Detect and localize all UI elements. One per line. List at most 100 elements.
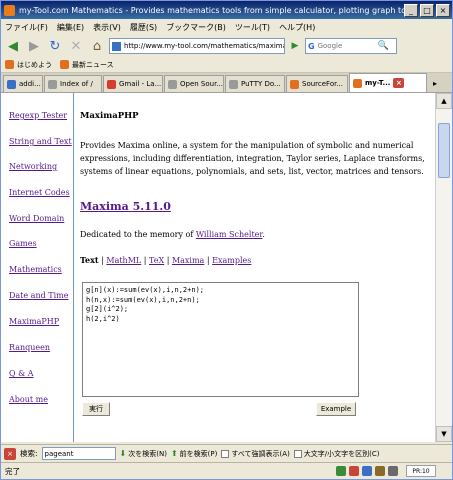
sidebar-item-date-and-time[interactable]: Date and Time	[9, 291, 68, 300]
format-separator: |	[204, 256, 213, 265]
find-next-button[interactable]: ⬇ 次を検索(N)	[120, 449, 167, 459]
google-icon[interactable]: G	[308, 42, 315, 51]
reload-icon[interactable]: ↻	[46, 37, 64, 55]
site-favicon-icon	[112, 41, 121, 51]
go-icon[interactable]: ▶	[288, 38, 302, 54]
format-separator: |	[141, 256, 149, 265]
arrow-up-icon: ⬆	[170, 449, 178, 458]
find-next-label: 次を検索(N)	[128, 449, 167, 458]
page-viewport: Regexp Tester String and Text Networking…	[1, 93, 452, 442]
back-icon[interactable]: ◀	[4, 37, 22, 55]
addon-icon[interactable]	[336, 466, 346, 476]
addon-icon[interactable]	[362, 466, 372, 476]
william-schelter-link[interactable]: William Schelter	[196, 230, 263, 239]
sidebar-item-word-domain[interactable]: Word Domain	[9, 214, 64, 223]
tab-gmail[interactable]: Gmail - La...	[103, 75, 163, 92]
sidebar-item-mathematics[interactable]: Mathematics	[9, 265, 62, 274]
tab-label: PuTTY Do...	[241, 80, 281, 88]
maximize-button[interactable]: □	[420, 3, 434, 17]
format-examples-link[interactable]: Examples	[212, 256, 251, 265]
find-label: 検索:	[20, 449, 38, 458]
example-button[interactable]: Example	[316, 402, 356, 416]
tab-label: SourceFor...	[302, 80, 344, 88]
url-bar[interactable]: http://www.my-tool.com/mathematics/maxim…	[109, 38, 285, 54]
tab-addi[interactable]: addi...	[3, 75, 43, 92]
sidebar-item-maximaphp[interactable]: MaximaPHP	[9, 317, 59, 326]
url-text[interactable]: http://www.my-tool.com/mathematics/maxim…	[124, 42, 284, 50]
close-window-button[interactable]: ×	[436, 3, 450, 17]
home-icon[interactable]: ⌂	[88, 37, 106, 55]
bookmark-label: はじめよう	[17, 60, 52, 69]
gmail-icon	[107, 79, 116, 89]
highlight-all-toggle[interactable]: すべて強調表示(A)	[221, 449, 290, 459]
format-maxima-link[interactable]: Maxima	[172, 256, 204, 265]
menu-history[interactable]: 履歴(S)	[130, 22, 157, 33]
highlight-checkbox[interactable]	[221, 449, 230, 458]
maxima-code-textarea[interactable]: g[n](x):=sum(ev(x),i,n,2+n); h(n,x):=sum…	[82, 282, 359, 397]
stop-icon[interactable]: ✕	[67, 37, 85, 55]
scroll-thumb[interactable]	[438, 123, 450, 178]
match-case-toggle[interactable]: 大文字/小文字を区別(C)	[293, 449, 380, 459]
find-previous-button[interactable]: ⬆ 前を検索(P)	[171, 449, 217, 459]
tab-scroll-icon[interactable]: ▸	[428, 75, 442, 92]
format-mathml-link[interactable]: MathML	[106, 256, 141, 265]
format-links: Text | MathML | TeX | Maxima | Examples	[80, 255, 251, 265]
sidebar-item-games[interactable]: Games	[9, 239, 37, 248]
scroll-up-icon[interactable]: ▲	[436, 93, 452, 109]
addon-icon[interactable]	[375, 466, 385, 476]
addon-icon[interactable]	[388, 466, 398, 476]
tab-label: Open Sour...	[180, 80, 223, 88]
search-box[interactable]: G 🔍	[305, 38, 397, 54]
menu-help[interactable]: ヘルプ(H)	[279, 22, 315, 33]
sidebar-item-q-and-a[interactable]: Q & A	[9, 369, 34, 378]
vertical-scrollbar[interactable]: ▲ ▼	[435, 93, 452, 442]
format-tex-link[interactable]: TeX	[149, 256, 164, 265]
find-previous-label: 前を検索(P)	[179, 449, 218, 458]
maxima-version-link[interactable]: Maxima 5.11.0	[80, 200, 171, 213]
tab-sourceforge[interactable]: SourceFor...	[286, 75, 348, 92]
addon-icon[interactable]	[349, 466, 359, 476]
sidebar-item-about-me[interactable]: About me	[9, 395, 48, 404]
resize-grip-icon[interactable]	[442, 466, 452, 476]
minimize-button[interactable]: _	[404, 3, 418, 17]
page-title: MaximaPHP	[80, 111, 139, 121]
bookmark-getting-started[interactable]: はじめよう	[5, 60, 52, 70]
firefox-icon	[4, 4, 15, 16]
menu-file[interactable]: ファイル(F)	[5, 22, 48, 33]
tab-my-tool[interactable]: my-T... ×	[349, 73, 427, 92]
tab-label: Gmail - La...	[119, 80, 162, 88]
menu-tools[interactable]: ツール(T)	[235, 22, 270, 33]
tab-label: my-T...	[365, 79, 391, 87]
dedication: Dedicated to the memory of William Schel…	[80, 230, 265, 239]
menu-view[interactable]: 表示(V)	[93, 22, 121, 33]
sidebar-item-networking[interactable]: Networking	[9, 162, 57, 171]
menu-bookmarks[interactable]: ブックマーク(B)	[166, 22, 226, 33]
menu-edit[interactable]: 編集(E)	[57, 22, 84, 33]
scroll-down-icon[interactable]: ▼	[436, 426, 452, 442]
bookmark-latest-news[interactable]: 最新ニュース	[60, 60, 114, 70]
tab-strip: addi... Index of / Gmail - La... Open So…	[1, 73, 452, 93]
search-icon[interactable]: 🔍	[378, 41, 389, 51]
rss-icon	[60, 60, 69, 69]
highlight-label: すべて強調表示(A)	[231, 449, 290, 458]
sidebar-item-regexp-tester[interactable]: Regexp Tester	[9, 111, 67, 120]
tab-close-icon[interactable]: ×	[393, 78, 405, 88]
match-case-label: 大文字/小文字を区別(C)	[303, 449, 380, 458]
status-text: 完了	[5, 466, 20, 476]
tab-putty[interactable]: PuTTY Do...	[225, 75, 285, 92]
tab-index-of[interactable]: Index of /	[44, 75, 102, 92]
search-input[interactable]	[317, 42, 378, 50]
navigation-toolbar: ◀ ▶ ↻ ✕ ⌂ http://www.my-tool.com/mathema…	[1, 35, 452, 57]
status-bar: 完了 PR:10	[1, 462, 452, 479]
match-case-checkbox[interactable]	[293, 449, 302, 458]
find-input[interactable]	[41, 447, 116, 460]
close-find-icon[interactable]: ×	[4, 447, 16, 460]
sidebar-item-ranqueen[interactable]: Ranqueen	[9, 343, 50, 352]
sidebar-item-string-and-text[interactable]: String and Text	[9, 137, 72, 146]
forward-icon[interactable]: ▶	[25, 37, 43, 55]
run-button[interactable]: 実行	[82, 402, 110, 416]
menu-bar: ファイル(F) 編集(E) 表示(V) 履歴(S) ブックマーク(B) ツール(…	[1, 19, 452, 35]
tab-open-source[interactable]: Open Sour...	[164, 75, 224, 92]
tab-favicon-icon	[229, 79, 238, 89]
sidebar-item-internet-codes[interactable]: Internet Codes	[9, 188, 70, 197]
